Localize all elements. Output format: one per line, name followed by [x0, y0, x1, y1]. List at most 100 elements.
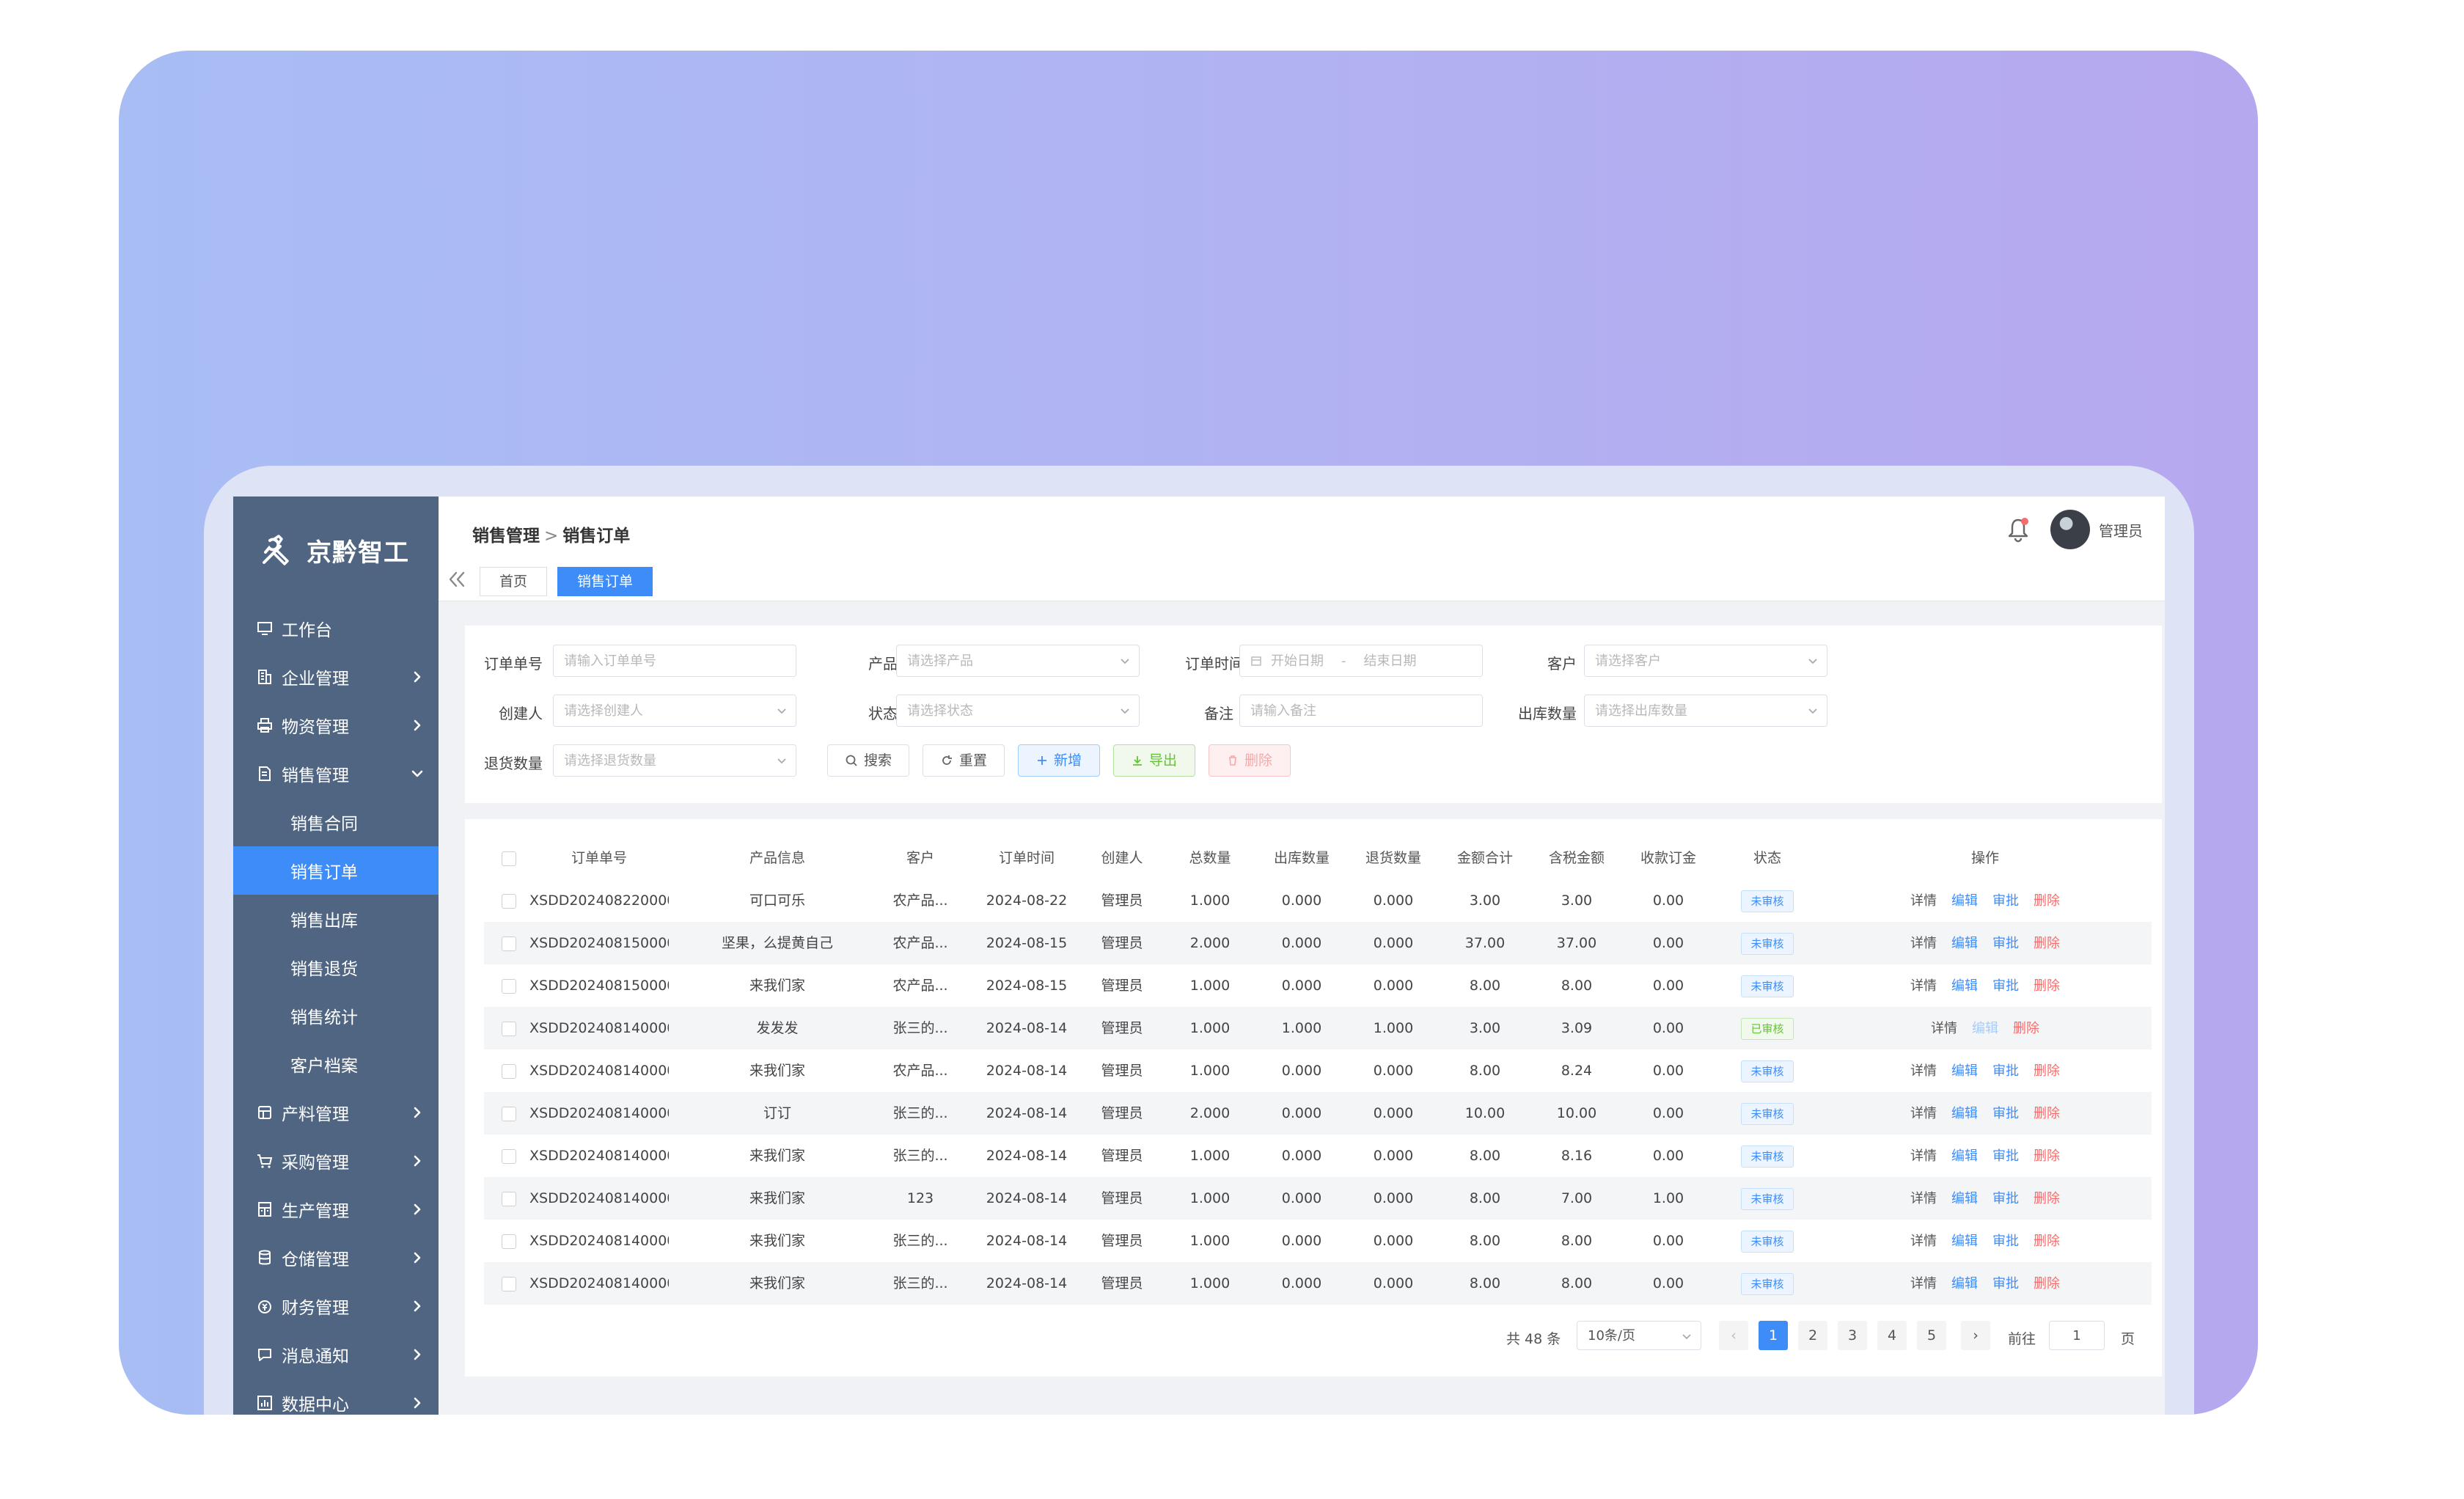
remark-input[interactable]: 请输入备注: [1239, 694, 1483, 727]
edit-link[interactable]: 编辑: [1951, 978, 1978, 994]
status-select[interactable]: 请选择状态: [896, 694, 1140, 727]
delete-link[interactable]: 删除: [2034, 978, 2060, 994]
reset-button[interactable]: 重置: [923, 744, 1005, 777]
delete-link[interactable]: 删除: [2034, 1148, 2060, 1164]
detail-link[interactable]: 详情: [1910, 936, 1937, 951]
prev-page-button[interactable]: ‹: [1719, 1321, 1748, 1350]
sidebar-item[interactable]: 数据中心: [233, 1379, 439, 1415]
detail-link[interactable]: 详情: [1910, 1063, 1937, 1079]
approve-link[interactable]: 审批: [1992, 1276, 2019, 1291]
delete-link[interactable]: 删除: [2013, 1021, 2039, 1036]
approve-link[interactable]: 审批: [1992, 1234, 2019, 1249]
search-button[interactable]: 搜索: [827, 744, 909, 777]
row-checkbox[interactable]: [502, 1234, 516, 1249]
sidebar-subitem[interactable]: 销售出库: [233, 895, 439, 943]
edit-link[interactable]: 编辑: [1951, 1191, 1978, 1206]
row-checkbox[interactable]: [502, 1149, 516, 1164]
approve-link[interactable]: 审批: [1992, 1063, 2019, 1079]
user-name[interactable]: 管理员: [2099, 519, 2143, 540]
row-checkbox[interactable]: [502, 894, 516, 909]
sidebar-item[interactable]: 销售管理: [233, 750, 439, 798]
page-button[interactable]: 3: [1838, 1321, 1867, 1350]
breadcrumb-parent[interactable]: 销售管理: [472, 527, 540, 546]
detail-link[interactable]: 详情: [1910, 1106, 1937, 1121]
avatar[interactable]: [2050, 510, 2090, 549]
goto-page-input[interactable]: 1: [2049, 1321, 2105, 1350]
approve-link[interactable]: 审批: [1992, 893, 2019, 909]
approve-link[interactable]: 审批: [1992, 1148, 2019, 1164]
tab-sales-order[interactable]: 销售订单: [557, 567, 653, 596]
detail-link[interactable]: 详情: [1910, 978, 1937, 994]
tab-home[interactable]: 首页: [480, 567, 548, 596]
sidebar-item[interactable]: 财务管理: [233, 1282, 439, 1330]
page-size-select[interactable]: 10条/页: [1577, 1321, 1701, 1350]
bell-icon[interactable]: [2006, 516, 2030, 543]
page-button[interactable]: 2: [1798, 1321, 1827, 1350]
export-button[interactable]: 导出: [1113, 744, 1195, 777]
order-time-range[interactable]: 开始日期 - 结束日期: [1239, 645, 1483, 677]
page-button[interactable]: 4: [1877, 1321, 1907, 1350]
detail-link[interactable]: 详情: [1910, 1234, 1937, 1249]
row-checkbox[interactable]: [502, 979, 516, 994]
sidebar-subitem[interactable]: 销售订单: [233, 846, 439, 895]
sidebar-item[interactable]: 物资管理: [233, 701, 439, 750]
customer-select[interactable]: 请选择客户: [1584, 645, 1827, 677]
row-checkbox[interactable]: [502, 1277, 516, 1291]
detail-link[interactable]: 详情: [1931, 1021, 1957, 1036]
select-all-checkbox[interactable]: [502, 851, 516, 866]
delete-button[interactable]: 删除: [1209, 744, 1291, 777]
page-button[interactable]: 1: [1759, 1321, 1788, 1350]
sidebar-item[interactable]: 消息通知: [233, 1330, 439, 1379]
edit-link[interactable]: 编辑: [1951, 1276, 1978, 1291]
return-qty-select[interactable]: 请选择退货数量: [553, 744, 796, 777]
delete-link[interactable]: 删除: [2034, 936, 2060, 951]
page-button[interactable]: 5: [1917, 1321, 1946, 1350]
product-select[interactable]: 请选择产品: [896, 645, 1140, 677]
delete-link[interactable]: 删除: [2034, 1234, 2060, 1249]
approve-link[interactable]: 审批: [1992, 936, 2019, 951]
approve-link[interactable]: 审批: [1992, 978, 2019, 994]
sidebar-subitem[interactable]: 客户档案: [233, 1040, 439, 1088]
edit-link[interactable]: 编辑: [1951, 936, 1978, 951]
row-checkbox[interactable]: [502, 1192, 516, 1206]
delete-link[interactable]: 删除: [2034, 893, 2060, 909]
add-button[interactable]: 新增: [1018, 744, 1100, 777]
sidebar-item[interactable]: 采购管理: [233, 1137, 439, 1185]
edit-link[interactable]: 编辑: [1951, 1148, 1978, 1164]
detail-link[interactable]: 详情: [1910, 1148, 1937, 1164]
sidebar-subitem[interactable]: 销售退货: [233, 943, 439, 992]
collapse-sidebar-icon[interactable]: [446, 568, 468, 590]
sidebar-item[interactable]: 产料管理: [233, 1088, 439, 1137]
detail-link[interactable]: 详情: [1910, 1276, 1937, 1291]
sidebar-subitem[interactable]: 销售统计: [233, 992, 439, 1040]
row-checkbox[interactable]: [502, 1107, 516, 1121]
delete-link[interactable]: 删除: [2034, 1191, 2060, 1206]
sidebar-item[interactable]: 企业管理: [233, 653, 439, 701]
approve-link[interactable]: 审批: [1992, 1191, 2019, 1206]
edit-link[interactable]: 编辑: [1951, 893, 1978, 909]
sidebar-item[interactable]: 仓储管理: [233, 1234, 439, 1282]
status-badge: 已审核: [1741, 1017, 1794, 1040]
edit-link[interactable]: 编辑: [1951, 1234, 1978, 1249]
sidebar-subitem[interactable]: 销售合同: [233, 798, 439, 846]
end-date-placeholder[interactable]: 结束日期: [1364, 653, 1417, 669]
row-checkbox[interactable]: [502, 1064, 516, 1079]
outbound-qty-select[interactable]: 请选择出库数量: [1584, 694, 1827, 727]
delete-link[interactable]: 删除: [2034, 1276, 2060, 1291]
creator-select[interactable]: 请选择创建人: [553, 694, 796, 727]
start-date-placeholder[interactable]: 开始日期: [1271, 653, 1324, 669]
order-no-input[interactable]: 请输入订单单号: [553, 645, 796, 677]
row-checkbox[interactable]: [502, 937, 516, 951]
detail-link[interactable]: 详情: [1910, 893, 1937, 909]
sidebar-item[interactable]: 生产管理: [233, 1185, 439, 1234]
next-page-button[interactable]: ›: [1961, 1321, 1990, 1350]
edit-link[interactable]: 编辑: [1972, 1021, 1998, 1036]
delete-link[interactable]: 删除: [2034, 1063, 2060, 1079]
approve-link[interactable]: 审批: [1992, 1106, 2019, 1121]
delete-link[interactable]: 删除: [2034, 1106, 2060, 1121]
detail-link[interactable]: 详情: [1910, 1191, 1937, 1206]
sidebar-item[interactable]: 工作台: [233, 604, 439, 653]
edit-link[interactable]: 编辑: [1951, 1106, 1978, 1121]
edit-link[interactable]: 编辑: [1951, 1063, 1978, 1079]
row-checkbox[interactable]: [502, 1022, 516, 1036]
